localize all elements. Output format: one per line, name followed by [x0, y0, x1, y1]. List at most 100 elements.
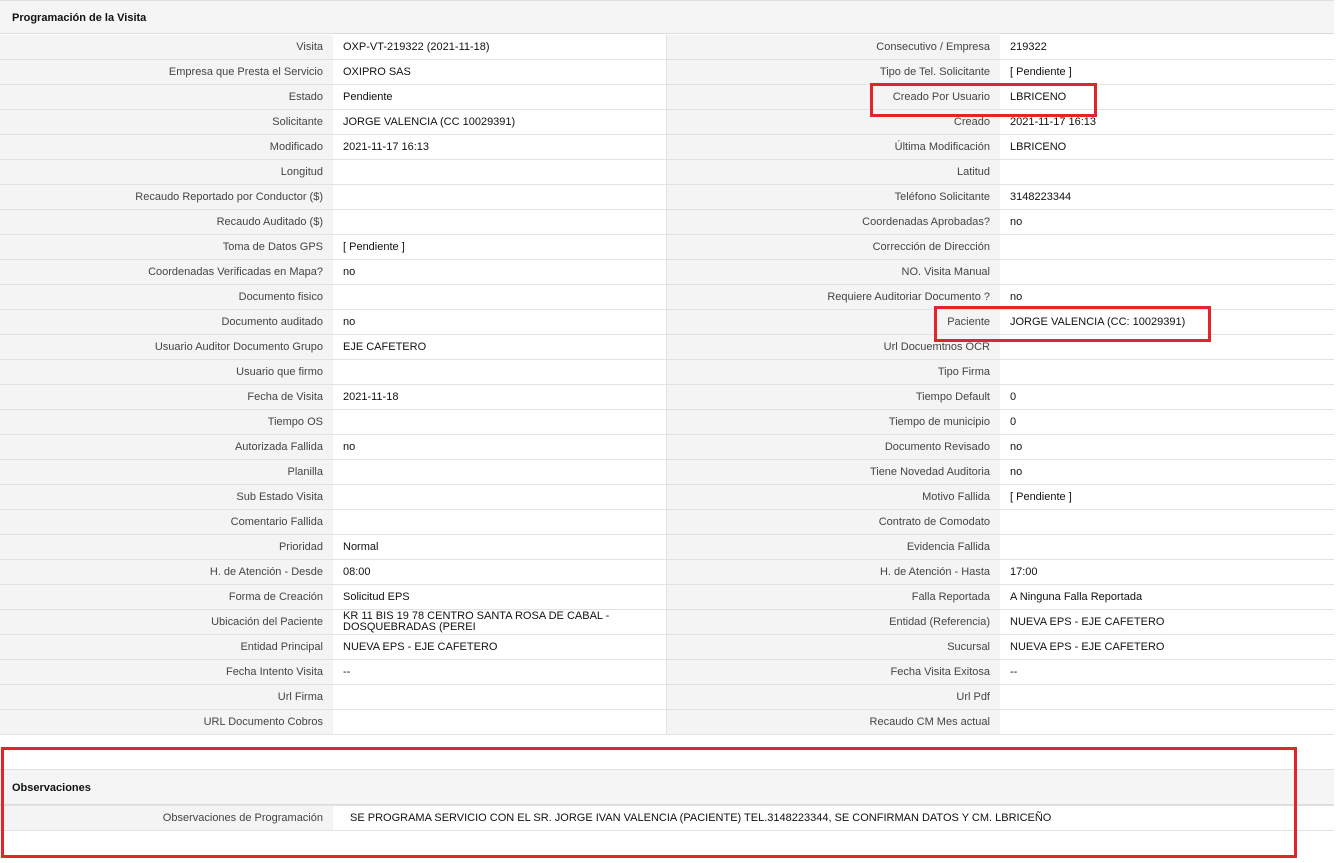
field-label: Evidencia Fallida — [667, 535, 1000, 560]
field-value: no — [333, 310, 667, 335]
observaciones-label: Observaciones de Programación — [0, 806, 333, 831]
table-row: Documento fisico Requiere Auditoriar Docu… — [0, 285, 1334, 310]
table-row: Recaudo Reportado por Conductor ($) Teléf… — [0, 185, 1334, 210]
visit-details-grid: Visita OXP-VT-219322 (2021-11-18) Consecut… — [0, 35, 1334, 735]
field-label: Coordenadas Aprobadas? — [667, 210, 1000, 235]
field-label: Tiempo OS — [0, 410, 333, 435]
field-value — [333, 185, 667, 210]
table-row: Forma de Creación Solicitud EPS Falla Repo… — [0, 585, 1334, 610]
field-label: Url Pdf — [667, 685, 1000, 710]
field-label: Requiere Auditoriar Documento ? — [667, 285, 1000, 310]
field-label: Entidad Principal — [0, 635, 333, 660]
field-label: Consecutivo / Empresa — [667, 35, 1000, 60]
field-label: Fecha Intento Visita — [0, 660, 333, 685]
field-value — [333, 460, 667, 485]
field-label: Tiene Novedad Auditoria — [667, 460, 1000, 485]
field-value: KR 11 BIS 19 78 CENTRO SANTA ROSA DE CAB… — [333, 610, 667, 635]
field-label: Longitud — [0, 160, 333, 185]
field-value — [333, 485, 667, 510]
field-label: Contrato de Comodato — [667, 510, 1000, 535]
field-label: Creado Por Usuario — [667, 85, 1000, 110]
section-title: Programación de la Visita — [12, 12, 147, 24]
field-value: 0 — [1000, 410, 1334, 435]
field-label: Empresa que Presta el Servicio — [0, 60, 333, 85]
field-label: Ubicación del Paciente — [0, 610, 333, 635]
field-value: JORGE VALENCIA (CC 10029391) — [333, 110, 667, 135]
field-value: JORGE VALENCIA (CC: 10029391) — [1000, 310, 1334, 335]
field-label: Creado — [667, 110, 1000, 135]
field-label: Tipo de Tel. Solicitante — [667, 60, 1000, 85]
field-value: 3148223344 — [1000, 185, 1334, 210]
field-label: Comentario Fallida — [0, 510, 333, 535]
table-row: Empresa que Presta el Servicio OXIPRO SAS… — [0, 60, 1334, 85]
field-value — [333, 710, 667, 735]
field-value: Normal — [333, 535, 667, 560]
field-label: Estado — [0, 85, 333, 110]
field-value: Solicitud EPS — [333, 585, 667, 610]
table-row: Documento auditado no Paciente JORGE VALEN… — [0, 310, 1334, 335]
field-label: Recaudo CM Mes actual — [667, 710, 1000, 735]
field-value — [333, 285, 667, 310]
table-row: Toma de Datos GPS[ Pendiente ] Corrección… — [0, 235, 1334, 260]
field-value: 2021-11-17 16:13 — [1000, 110, 1334, 135]
field-label: NO. Visita Manual — [667, 260, 1000, 285]
field-label: Sucursal — [667, 635, 1000, 660]
table-row: Url Firma Url Pdf — [0, 685, 1334, 710]
table-row: Coordenadas Verificadas en Mapa? no NO. V… — [0, 260, 1334, 285]
field-value: 08:00 — [333, 560, 667, 585]
field-value: no — [333, 260, 667, 285]
table-row: Fecha de Visita 2021-11-18 Tiempo Default… — [0, 385, 1334, 410]
field-value: OXIPRO SAS — [333, 60, 667, 85]
field-value — [1000, 260, 1334, 285]
field-value — [1000, 535, 1334, 560]
field-label: Toma de Datos GPS — [0, 235, 333, 260]
field-label: Fecha Visita Exitosa — [667, 660, 1000, 685]
table-row: Entidad Principal NUEVA EPS - EJE CAFETER… — [0, 635, 1334, 660]
field-label: Url Firma — [0, 685, 333, 710]
field-value: EJE CAFETERO — [333, 335, 667, 360]
field-value: NUEVA EPS - EJE CAFETERO — [1000, 610, 1334, 635]
field-value: no — [1000, 435, 1334, 460]
field-label: Documento Revisado — [667, 435, 1000, 460]
field-value: NUEVA EPS - EJE CAFETERO — [1000, 635, 1334, 660]
table-row: Usuario Auditor Documento Grupo EJE CAFET… — [0, 335, 1334, 360]
field-label: Teléfono Solicitante — [667, 185, 1000, 210]
field-label: Tiempo de municipio — [667, 410, 1000, 435]
field-label: Recaudo Auditado ($) — [0, 210, 333, 235]
section-title-observaciones: Observaciones — [12, 782, 91, 794]
table-row: Planilla Tiene Novedad Auditoria no — [0, 460, 1334, 485]
field-value — [1000, 685, 1334, 710]
table-row: Longitud Latitud — [0, 160, 1334, 185]
field-label: H. de Atención - Hasta — [667, 560, 1000, 585]
field-value: LBRICENO — [1000, 85, 1334, 110]
field-value — [333, 685, 667, 710]
observaciones-value: SE PROGRAMA SERVICIO CON EL SR. JORGE IV… — [333, 806, 1334, 831]
field-label: Usuario Auditor Documento Grupo — [0, 335, 333, 360]
table-row: Estado Pendiente Creado Por Usuario LBRICEN… — [0, 85, 1334, 110]
field-value — [1000, 710, 1334, 735]
table-row: Modificado 2021-11-17 16:13 Última Modific… — [0, 135, 1334, 160]
field-label: Última Modificación — [667, 135, 1000, 160]
field-value — [333, 210, 667, 235]
field-label: Falla Reportada — [667, 585, 1000, 610]
field-value: 2021-11-17 16:13 — [333, 135, 667, 160]
field-label: Usuario que firmo — [0, 360, 333, 385]
field-label: Solicitante — [0, 110, 333, 135]
field-value — [1000, 360, 1334, 385]
field-label: Latitud — [667, 160, 1000, 185]
field-value: no — [1000, 460, 1334, 485]
table-row: Usuario que firmo Tipo Firma — [0, 360, 1334, 385]
field-label: Tiempo Default — [667, 385, 1000, 410]
table-row: Fecha Intento Visita -- Fecha Visita Exit… — [0, 660, 1334, 685]
field-label: Coordenadas Verificadas en Mapa? — [0, 260, 333, 285]
table-row: Recaudo Auditado ($) Coordenadas Aprobada… — [0, 210, 1334, 235]
field-label: H. de Atención - Desde — [0, 560, 333, 585]
field-label: Motivo Fallida — [667, 485, 1000, 510]
field-label: Entidad (Referencia) — [667, 610, 1000, 635]
field-label: Prioridad — [0, 535, 333, 560]
field-label: Documento fisico — [0, 285, 333, 310]
field-value: -- — [1000, 660, 1334, 685]
field-value: NUEVA EPS - EJE CAFETERO — [333, 635, 667, 660]
table-row: Sub Estado Visita Motivo Fallida[ Pendien… — [0, 485, 1334, 510]
field-value: Pendiente — [333, 85, 667, 110]
